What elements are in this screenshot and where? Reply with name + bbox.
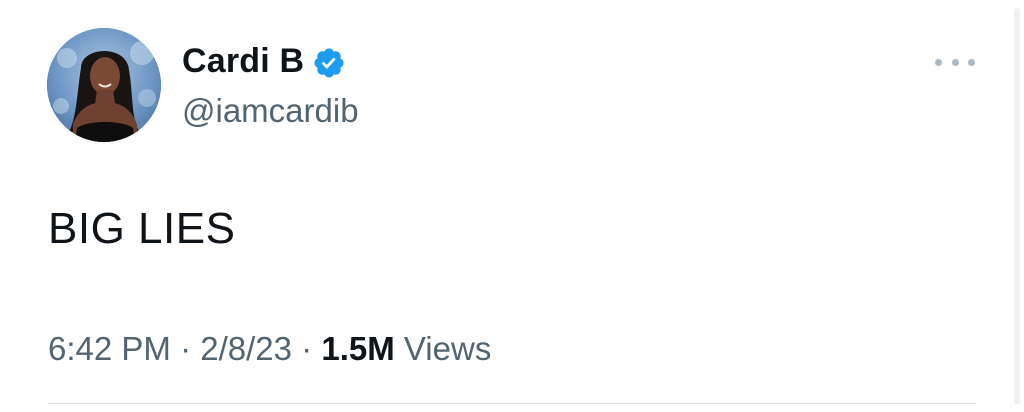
profile-photo-icon [47,28,161,142]
verified-badge-icon [312,46,346,80]
dot-icon [951,58,959,66]
views-label: Views [403,330,492,367]
dot-icon [935,58,942,66]
avatar[interactable] [47,28,161,142]
scrollbar[interactable] [1014,8,1020,404]
ellipsis-icon[interactable] [935,52,975,72]
tweet-meta: 6:42 PM · 2/8/23 · 1.5M Views [48,330,491,368]
tweet-text: BIG LIES [48,204,236,253]
author-display-name[interactable]: Cardi B [182,42,304,81]
author-handle[interactable]: @iamcardib [182,92,359,130]
tweet-date[interactable]: 2/8/23 [200,330,292,367]
tweet-card: Cardi B @iamcardib BIG LIES 6:42 PM · 2/… [0,0,1024,412]
divider [48,403,976,404]
dot-icon [968,58,975,66]
meta-separator: · [180,330,192,367]
meta-separator: · [301,330,313,367]
views-count[interactable]: 1.5M [321,330,394,367]
tweet-time[interactable]: 6:42 PM [48,330,171,367]
author-name-row: Cardi B [182,42,346,81]
